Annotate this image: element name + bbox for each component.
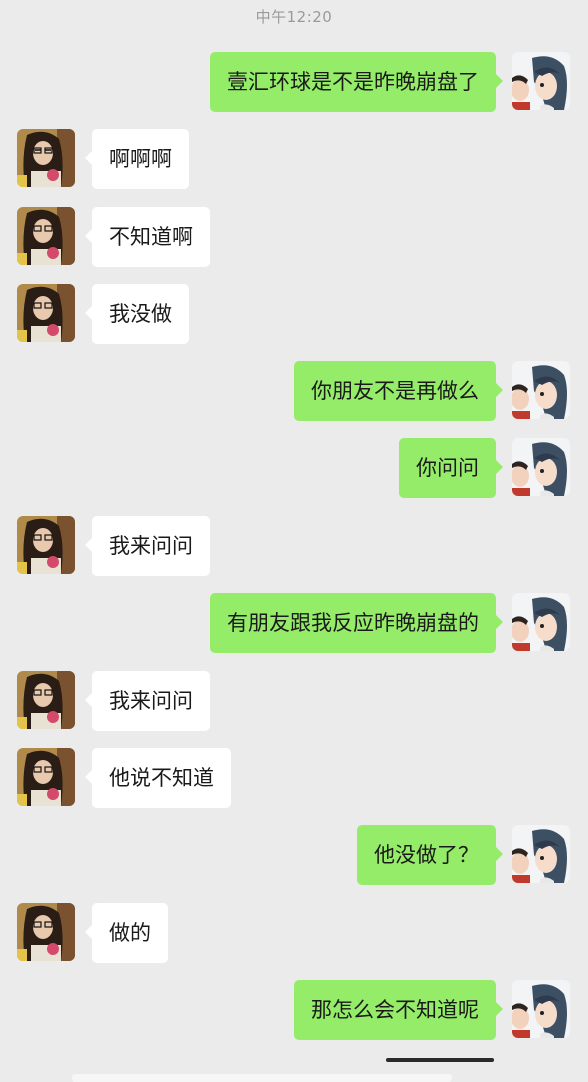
outgoing-message-bubble[interactable]: 壹汇环球是不是昨晚崩盘了: [210, 52, 503, 112]
incoming-message-bubble[interactable]: 不知道啊: [85, 207, 210, 267]
cut-off-input-edge: [72, 1074, 452, 1082]
my-avatar-icon[interactable]: [512, 980, 570, 1038]
my-avatar-icon[interactable]: [512, 361, 570, 419]
incoming-message-bubble[interactable]: 我来问问: [85, 671, 210, 731]
contact-avatar-icon[interactable]: [17, 516, 75, 574]
message-row: 那怎么会不知道呢: [0, 980, 588, 1040]
contact-avatar-icon[interactable]: [17, 671, 75, 729]
message-row: 你朋友不是再做么: [0, 361, 588, 421]
incoming-message-bubble[interactable]: 我来问问: [85, 516, 210, 576]
my-avatar-icon[interactable]: [512, 593, 570, 651]
outgoing-message-bubble[interactable]: 那怎么会不知道呢: [294, 980, 503, 1040]
outgoing-message-bubble[interactable]: 你问问: [399, 438, 503, 498]
message-row: 壹汇环球是不是昨晚崩盘了: [0, 52, 588, 112]
contact-avatar-icon[interactable]: [17, 903, 75, 961]
message-row: 他说不知道: [0, 748, 588, 808]
message-row: 不知道啊: [0, 207, 588, 267]
message-row: 你问问: [0, 438, 588, 498]
message-row: 做的: [0, 903, 588, 963]
cut-off-message-edge: [386, 1058, 494, 1062]
contact-avatar-icon[interactable]: [17, 284, 75, 342]
incoming-message-bubble[interactable]: 他说不知道: [85, 748, 231, 808]
my-avatar-icon[interactable]: [512, 52, 570, 110]
outgoing-message-bubble[interactable]: 他没做了？: [357, 825, 503, 885]
contact-avatar-icon[interactable]: [17, 129, 75, 187]
contact-avatar-icon[interactable]: [17, 207, 75, 265]
contact-avatar-icon[interactable]: [17, 748, 75, 806]
message-row: 我没做: [0, 284, 588, 344]
incoming-message-bubble[interactable]: 我没做: [85, 284, 189, 344]
message-row: 有朋友跟我反应昨晚崩盘的: [0, 593, 588, 653]
message-row: 他没做了？: [0, 825, 588, 885]
incoming-message-bubble[interactable]: 做的: [85, 903, 168, 963]
outgoing-message-bubble[interactable]: 有朋友跟我反应昨晚崩盘的: [210, 593, 503, 653]
incoming-message-bubble[interactable]: 啊啊啊: [85, 129, 189, 189]
message-row: 我来问问: [0, 671, 588, 731]
message-row: 我来问问: [0, 516, 588, 576]
my-avatar-icon[interactable]: [512, 825, 570, 883]
chat-timestamp: 中午12:20: [255, 8, 333, 26]
message-row: 啊啊啊: [0, 129, 588, 189]
my-avatar-icon[interactable]: [512, 438, 570, 496]
outgoing-message-bubble[interactable]: 你朋友不是再做么: [294, 361, 503, 421]
